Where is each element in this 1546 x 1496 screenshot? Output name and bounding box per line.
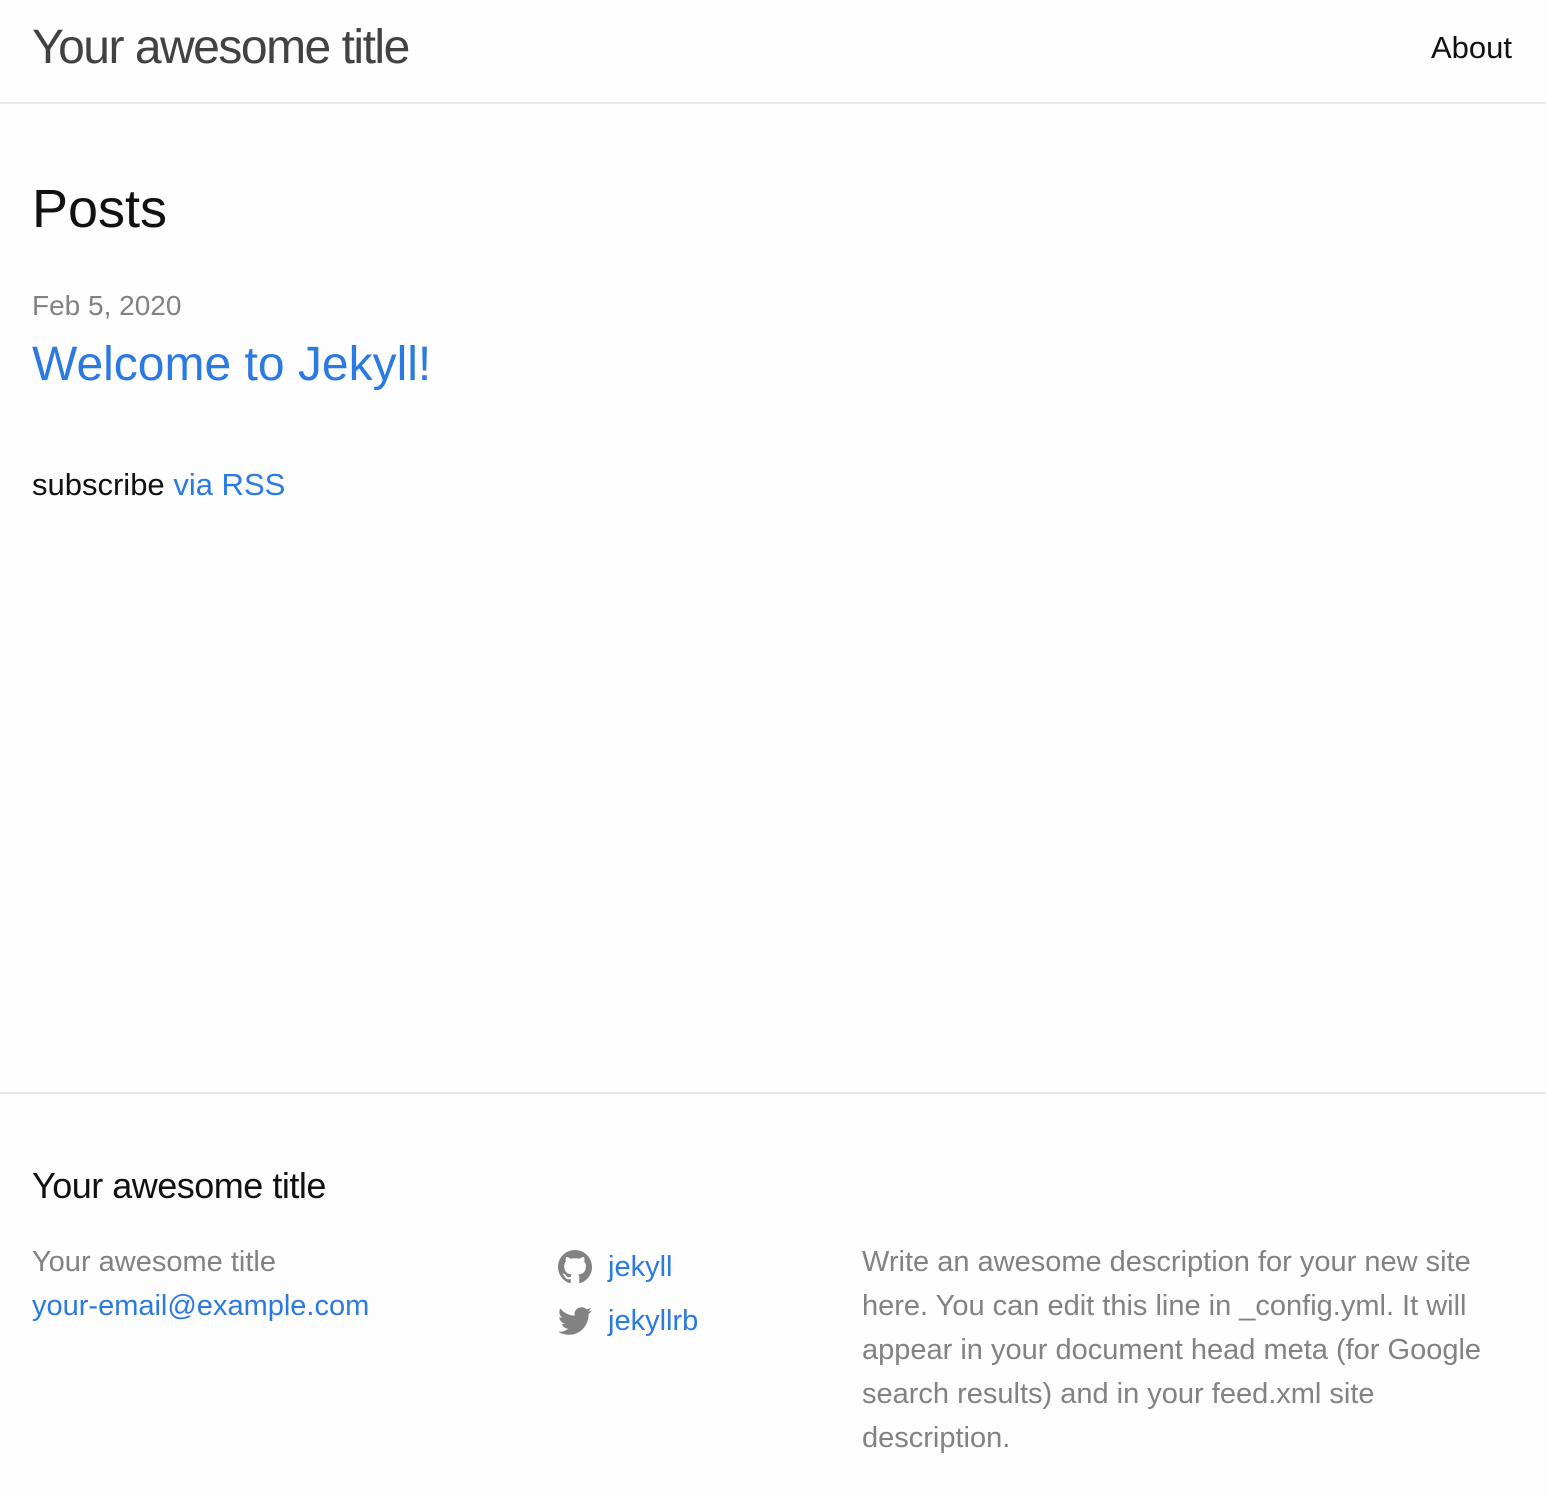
footer-heading: Your awesome title — [32, 1165, 326, 1206]
rss-prefix: subscribe — [32, 467, 165, 502]
nav-link-about[interactable]: About — [1431, 30, 1512, 65]
footer-contact: Your awesome title your-email@example.co… — [32, 1240, 369, 1328]
site-footer: Your awesome title Your awesome title yo… — [0, 1092, 1546, 1496]
social-item-twitter[interactable]: jekyllrb — [558, 1294, 698, 1348]
post-link[interactable]: Welcome to Jekyll! — [32, 334, 431, 396]
twitter-link[interactable]: jekyllrb — [608, 1299, 698, 1343]
footer-site-name: Your awesome title — [32, 1246, 276, 1278]
page-heading: Posts — [32, 179, 168, 239]
github-icon — [558, 1250, 592, 1284]
twitter-icon — [558, 1304, 592, 1338]
github-link[interactable]: jekyll — [608, 1245, 672, 1289]
rss-subscribe: subscribe via RSS — [32, 464, 285, 506]
email-link[interactable]: your-email@example.com — [32, 1290, 369, 1322]
site-nav: About — [1431, 26, 1512, 70]
site-title[interactable]: Your awesome title — [32, 18, 410, 78]
rss-link[interactable]: via RSS — [173, 467, 285, 502]
site-description: Write an awesome description for your ne… — [862, 1246, 1482, 1454]
site-header: Your awesome title About — [0, 0, 1546, 104]
post-date: Feb 5, 2020 — [32, 290, 182, 321]
social-item-github[interactable]: jekyll — [558, 1240, 698, 1294]
footer-social: jekyll jekyllrb — [558, 1240, 698, 1348]
